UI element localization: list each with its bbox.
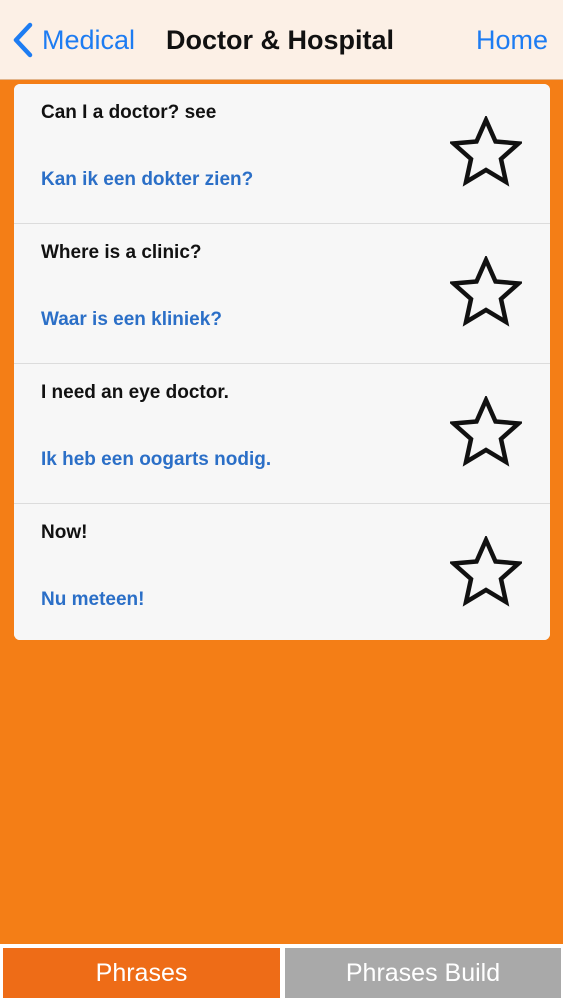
home-button[interactable]: Home xyxy=(476,20,548,60)
back-button-label: Medical xyxy=(42,25,136,55)
phrase-dutch: Nu meteen! xyxy=(41,589,145,610)
navigation-bar: Medical Doctor & Hospital Home xyxy=(0,0,563,80)
phrase-dutch: Waar is een kliniek? xyxy=(41,309,222,330)
star-icon[interactable] xyxy=(450,396,522,468)
phrase-row[interactable]: Now! Nu meteen! xyxy=(14,504,550,640)
phrase-english: I need an eye doctor. xyxy=(41,382,229,403)
tab-bar: Phrases Phrases Build xyxy=(0,944,563,1000)
star-icon[interactable] xyxy=(450,116,522,188)
phrase-row[interactable]: Where is a clinic? Waar is een kliniek? xyxy=(14,224,550,364)
phrase-english: Now! xyxy=(41,522,88,543)
page-title: Doctor & Hospital xyxy=(166,25,395,55)
tab-phrases-build[interactable]: Phrases Build xyxy=(285,948,561,998)
phrase-english: Can I a doctor? see xyxy=(41,102,217,123)
tab-phrases[interactable]: Phrases xyxy=(3,948,280,998)
phrase-row[interactable]: I need an eye doctor. Ik heb een oogarts… xyxy=(14,364,550,504)
phrase-dutch: Ik heb een oogarts nodig. xyxy=(41,449,272,470)
phrase-row[interactable]: Can I a doctor? see Kan ik een dokter zi… xyxy=(14,84,550,224)
phrase-english: Where is a clinic? xyxy=(41,242,202,263)
star-icon[interactable] xyxy=(450,256,522,328)
back-button[interactable]: Medical xyxy=(12,20,135,60)
phrase-dutch: Kan ik een dokter zien? xyxy=(41,169,254,190)
chevron-left-icon xyxy=(12,22,34,58)
phrase-list: Can I a doctor? see Kan ik een dokter zi… xyxy=(14,84,550,640)
star-icon[interactable] xyxy=(450,536,522,608)
